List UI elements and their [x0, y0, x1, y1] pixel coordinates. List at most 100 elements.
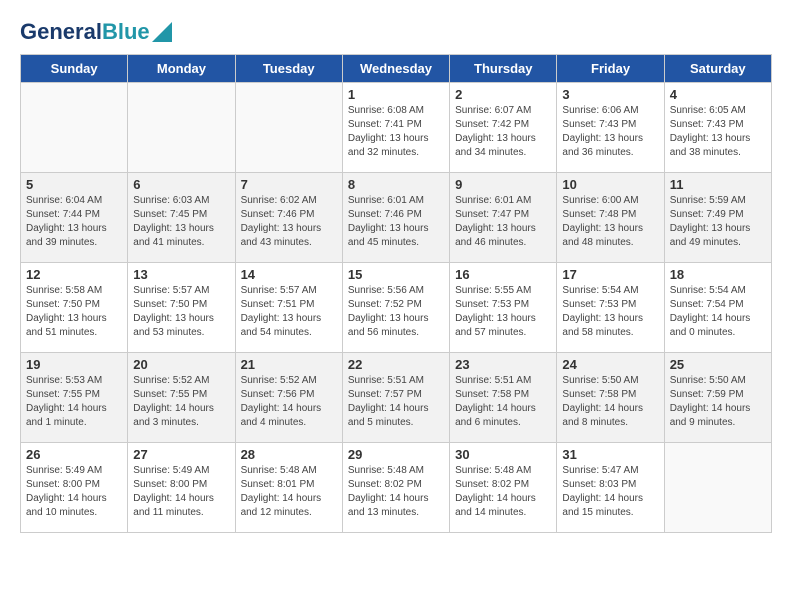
day-number: 1: [348, 87, 444, 102]
day-info: Sunrise: 5:53 AM Sunset: 7:55 PM Dayligh…: [26, 374, 122, 430]
day-number: 24: [562, 357, 658, 372]
day-info: Sunrise: 5:47 AM Sunset: 8:03 PM Dayligh…: [562, 464, 658, 520]
day-number: 4: [670, 87, 766, 102]
weekday-header: Saturday: [664, 55, 771, 83]
calendar-week-row: 19 Sunrise: 5:53 AM Sunset: 7:55 PM Dayli…: [21, 353, 772, 443]
calendar-cell: 31Sunrise: 5:47 AM Sunset: 8:03 PM Dayli…: [557, 443, 664, 533]
day-info: Sunrise: 5:48 AM Sunset: 8:02 PM Dayligh…: [455, 464, 551, 520]
calendar-cell: 24 Sunrise: 5:50 AM Sunset: 7:58 PM Dayli…: [557, 353, 664, 443]
calendar-week-row: 12 Sunrise: 5:58 AM Sunset: 7:50 PM Dayli…: [21, 263, 772, 353]
day-info: Sunrise: 6:01 AM Sunset: 7:47 PM Dayligh…: [455, 194, 551, 250]
day-info: Sunrise: 6:03 AM Sunset: 7:45 PM Dayligh…: [133, 194, 229, 250]
day-info: Sunrise: 5:49 AM Sunset: 8:00 PM Dayligh…: [26, 464, 122, 520]
calendar-cell: 13Sunrise: 5:57 AM Sunset: 7:50 PM Dayli…: [128, 263, 235, 353]
day-info: Sunrise: 6:04 AM Sunset: 7:44 PM Dayligh…: [26, 194, 122, 250]
day-number: 25: [670, 357, 766, 372]
day-number: 8: [348, 177, 444, 192]
day-number: 2: [455, 87, 551, 102]
calendar-cell: 6 Sunrise: 6:03 AM Sunset: 7:45 PM Daylig…: [128, 173, 235, 263]
day-number: 23: [455, 357, 551, 372]
day-info: Sunrise: 5:57 AM Sunset: 7:51 PM Dayligh…: [241, 284, 337, 340]
day-info: Sunrise: 5:52 AM Sunset: 7:55 PM Dayligh…: [133, 374, 229, 430]
day-number: 12: [26, 267, 122, 282]
calendar-cell: 3 Sunrise: 6:06 AM Sunset: 7:43 PM Daylig…: [557, 83, 664, 173]
calendar-cell: 8 Sunrise: 6:01 AM Sunset: 7:46 PM Daylig…: [342, 173, 449, 263]
calendar-cell: 2 Sunrise: 6:07 AM Sunset: 7:42 PM Daylig…: [450, 83, 557, 173]
day-info: Sunrise: 6:06 AM Sunset: 7:43 PM Dayligh…: [562, 104, 658, 160]
calendar-cell: 25 Sunrise: 5:50 AM Sunset: 7:59 PM Dayli…: [664, 353, 771, 443]
day-info: Sunrise: 5:55 AM Sunset: 7:53 PM Dayligh…: [455, 284, 551, 340]
calendar-cell: 9 Sunrise: 6:01 AM Sunset: 7:47 PM Daylig…: [450, 173, 557, 263]
day-number: 6: [133, 177, 229, 192]
calendar-cell: 17 Sunrise: 5:54 AM Sunset: 7:53 PM Dayli…: [557, 263, 664, 353]
day-number: 28: [241, 447, 337, 462]
logo-icon: [152, 22, 172, 42]
day-number: 20: [133, 357, 229, 372]
calendar-cell: 28 Sunrise: 5:48 AM Sunset: 8:01 PM Dayli…: [235, 443, 342, 533]
weekday-header-row: SundayMondayTuesdayWednesdayThursdayFrid…: [21, 55, 772, 83]
calendar-cell: [664, 443, 771, 533]
day-number: 9: [455, 177, 551, 192]
day-info: Sunrise: 5:50 AM Sunset: 7:58 PM Dayligh…: [562, 374, 658, 430]
logo-text: GeneralBlue: [20, 20, 150, 44]
day-number: 21: [241, 357, 337, 372]
day-number: 17: [562, 267, 658, 282]
weekday-header: Monday: [128, 55, 235, 83]
calendar-cell: 30 Sunrise: 5:48 AM Sunset: 8:02 PM Dayli…: [450, 443, 557, 533]
day-info: Sunrise: 5:58 AM Sunset: 7:50 PM Dayligh…: [26, 284, 122, 340]
day-number: 11: [670, 177, 766, 192]
calendar-cell: 19 Sunrise: 5:53 AM Sunset: 7:55 PM Dayli…: [21, 353, 128, 443]
day-number: 15: [348, 267, 444, 282]
day-number: 27: [133, 447, 229, 462]
calendar-cell: 5 Sunrise: 6:04 AM Sunset: 7:44 PM Daylig…: [21, 173, 128, 263]
day-info: Sunrise: 5:59 AM Sunset: 7:49 PM Dayligh…: [670, 194, 766, 250]
day-number: 30: [455, 447, 551, 462]
calendar-cell: 27 Sunrise: 5:49 AM Sunset: 8:00 PM Dayli…: [128, 443, 235, 533]
day-info: Sunrise: 5:56 AM Sunset: 7:52 PM Dayligh…: [348, 284, 444, 340]
logo: GeneralBlue: [20, 20, 172, 44]
calendar-cell: 21Sunrise: 5:52 AM Sunset: 7:56 PM Dayli…: [235, 353, 342, 443]
calendar-cell: 26 Sunrise: 5:49 AM Sunset: 8:00 PM Dayli…: [21, 443, 128, 533]
weekday-header: Sunday: [21, 55, 128, 83]
calendar-cell: 12 Sunrise: 5:58 AM Sunset: 7:50 PM Dayli…: [21, 263, 128, 353]
day-number: 29: [348, 447, 444, 462]
day-info: Sunrise: 5:54 AM Sunset: 7:53 PM Dayligh…: [562, 284, 658, 340]
day-number: 7: [241, 177, 337, 192]
day-number: 19: [26, 357, 122, 372]
calendar-cell: 1Sunrise: 6:08 AM Sunset: 7:41 PM Daylig…: [342, 83, 449, 173]
day-number: 3: [562, 87, 658, 102]
day-number: 26: [26, 447, 122, 462]
day-info: Sunrise: 6:01 AM Sunset: 7:46 PM Dayligh…: [348, 194, 444, 250]
day-info: Sunrise: 5:51 AM Sunset: 7:58 PM Dayligh…: [455, 374, 551, 430]
day-info: Sunrise: 5:48 AM Sunset: 8:02 PM Dayligh…: [348, 464, 444, 520]
day-info: Sunrise: 5:49 AM Sunset: 8:00 PM Dayligh…: [133, 464, 229, 520]
weekday-header: Wednesday: [342, 55, 449, 83]
calendar-cell: 4Sunrise: 6:05 AM Sunset: 7:43 PM Daylig…: [664, 83, 771, 173]
calendar-cell: 20 Sunrise: 5:52 AM Sunset: 7:55 PM Dayli…: [128, 353, 235, 443]
calendar-table: SundayMondayTuesdayWednesdayThursdayFrid…: [20, 54, 772, 533]
calendar-cell: 22Sunrise: 5:51 AM Sunset: 7:57 PM Dayli…: [342, 353, 449, 443]
day-info: Sunrise: 6:02 AM Sunset: 7:46 PM Dayligh…: [241, 194, 337, 250]
day-info: Sunrise: 5:50 AM Sunset: 7:59 PM Dayligh…: [670, 374, 766, 430]
calendar-week-row: 26 Sunrise: 5:49 AM Sunset: 8:00 PM Dayli…: [21, 443, 772, 533]
calendar-cell: 11 Sunrise: 5:59 AM Sunset: 7:49 PM Dayli…: [664, 173, 771, 263]
weekday-header: Thursday: [450, 55, 557, 83]
calendar-cell: 23 Sunrise: 5:51 AM Sunset: 7:58 PM Dayli…: [450, 353, 557, 443]
calendar-cell: 15 Sunrise: 5:56 AM Sunset: 7:52 PM Dayli…: [342, 263, 449, 353]
page-header: GeneralBlue: [20, 20, 772, 44]
day-number: 14: [241, 267, 337, 282]
weekday-header: Tuesday: [235, 55, 342, 83]
day-number: 18: [670, 267, 766, 282]
day-info: Sunrise: 5:54 AM Sunset: 7:54 PM Dayligh…: [670, 284, 766, 340]
day-info: Sunrise: 5:51 AM Sunset: 7:57 PM Dayligh…: [348, 374, 444, 430]
calendar-cell: [128, 83, 235, 173]
weekday-header: Friday: [557, 55, 664, 83]
day-number: 5: [26, 177, 122, 192]
day-info: Sunrise: 6:00 AM Sunset: 7:48 PM Dayligh…: [562, 194, 658, 250]
calendar-week-row: 1Sunrise: 6:08 AM Sunset: 7:41 PM Daylig…: [21, 83, 772, 173]
calendar-cell: 10Sunrise: 6:00 AM Sunset: 7:48 PM Dayli…: [557, 173, 664, 263]
calendar-cell: 18 Sunrise: 5:54 AM Sunset: 7:54 PM Dayli…: [664, 263, 771, 353]
day-info: Sunrise: 5:57 AM Sunset: 7:50 PM Dayligh…: [133, 284, 229, 340]
day-info: Sunrise: 5:48 AM Sunset: 8:01 PM Dayligh…: [241, 464, 337, 520]
day-info: Sunrise: 6:07 AM Sunset: 7:42 PM Dayligh…: [455, 104, 551, 160]
